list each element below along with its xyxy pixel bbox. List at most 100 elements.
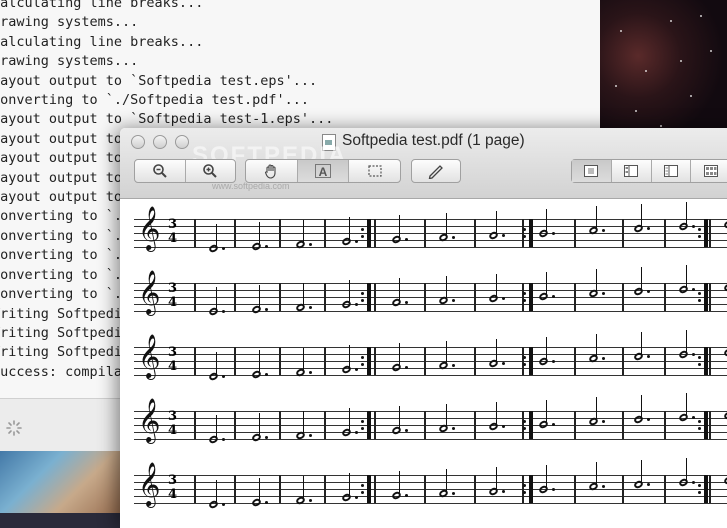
repeat-bar — [529, 475, 533, 503]
log-line: Calculating line breaks... — [0, 33, 204, 50]
note-stem — [596, 462, 598, 487]
bar-line — [664, 219, 666, 247]
rect-select-button[interactable] — [349, 160, 400, 182]
note-stem — [496, 273, 498, 298]
note-stem — [399, 215, 401, 240]
repeat-bar — [704, 283, 708, 311]
view-toc-button[interactable] — [652, 160, 691, 182]
music-staff: 𝄞 3 4 — [134, 265, 727, 317]
note-stem — [496, 210, 498, 235]
zoom-button[interactable] — [175, 135, 189, 149]
bar-line — [234, 411, 236, 439]
bar-line — [664, 411, 666, 439]
repeat-dot — [361, 292, 364, 295]
close-button[interactable] — [131, 135, 145, 149]
star — [690, 95, 692, 97]
augmentation-dot — [692, 288, 695, 291]
note-stem — [259, 349, 261, 374]
repeat-dot — [698, 299, 701, 302]
time-signature-top: 3 — [168, 217, 178, 232]
note-head — [340, 427, 353, 438]
repeat-dot — [523, 363, 526, 366]
augmentation-dot — [355, 431, 358, 435]
text-tool-button[interactable]: A — [297, 160, 349, 182]
repeat-bar — [704, 219, 708, 247]
augmentation-dot — [647, 355, 650, 359]
augmentation-dot — [355, 303, 358, 307]
note-stem — [641, 395, 643, 420]
bar-line — [622, 219, 624, 247]
treble-clef-icon: 𝄞 — [138, 462, 161, 506]
move-tool-button[interactable] — [246, 160, 297, 182]
note-head — [390, 490, 403, 501]
augmentation-dot — [222, 375, 225, 378]
augmentation-dot — [502, 233, 505, 237]
pdf-page[interactable]: 𝄞 3 4 𝄞 3 4 𝄞 3 4 𝄞 3 4 𝄞 3 4 — [120, 199, 727, 528]
view-thumbnails-button[interactable] — [612, 160, 651, 182]
note-stem — [446, 469, 448, 493]
zoom-in-button[interactable] — [186, 160, 236, 182]
bar-line — [279, 283, 281, 311]
repeat-dot — [361, 235, 364, 238]
augmentation-dot — [222, 310, 225, 313]
note-stem — [216, 224, 218, 248]
time-signature-bottom: 4 — [168, 423, 178, 438]
minimize-button[interactable] — [153, 135, 167, 149]
time-signature-top: 3 — [168, 473, 178, 488]
bar-line — [522, 219, 524, 247]
bar-line — [522, 347, 524, 375]
augmentation-dot — [692, 225, 695, 228]
augmentation-dot — [502, 361, 505, 365]
staff-line — [134, 240, 727, 241]
bar-line — [622, 283, 624, 311]
bar-line — [664, 283, 666, 311]
zoom-control — [134, 159, 236, 183]
bar-line — [194, 283, 196, 311]
note-stem — [546, 464, 548, 489]
view-contact-sheet-button[interactable] — [691, 160, 727, 182]
note-head — [207, 306, 220, 317]
time-signature: 34 — [168, 410, 177, 438]
note-stem — [496, 466, 498, 491]
note-head — [537, 291, 550, 302]
note-stem — [686, 330, 688, 354]
note-head — [250, 369, 263, 380]
augmentation-dot — [602, 229, 605, 233]
note-head — [537, 228, 550, 239]
note-head — [677, 349, 690, 360]
log-line: Calculating line breaks... — [0, 0, 204, 11]
star — [615, 85, 617, 87]
repeat-dot — [361, 356, 364, 359]
repeat-dot — [523, 484, 526, 487]
note-stem — [686, 458, 688, 482]
note-head — [250, 241, 263, 252]
repeat-dot — [523, 420, 526, 423]
augmentation-dot — [452, 299, 455, 302]
view-content-only-button[interactable] — [572, 160, 611, 182]
note-stem — [259, 284, 261, 309]
annotate-button[interactable] — [411, 159, 461, 183]
augmentation-dot — [692, 353, 695, 356]
augmentation-dot — [602, 292, 605, 296]
bar-line — [194, 411, 196, 439]
repeat-bar — [529, 283, 533, 311]
note-stem — [399, 278, 401, 303]
note-stem — [496, 338, 498, 363]
note-stem — [303, 219, 305, 244]
note-stem — [686, 202, 688, 226]
note-stem — [686, 265, 688, 289]
note-stem — [303, 475, 305, 500]
time-signature-bottom: 4 — [168, 487, 178, 502]
bar-line — [424, 219, 426, 247]
repeat-dot — [523, 427, 526, 430]
note-head — [390, 234, 403, 245]
augmentation-dot — [647, 227, 650, 231]
bar-line — [234, 347, 236, 375]
zoom-out-button[interactable] — [135, 160, 185, 182]
repeat-bar — [529, 347, 533, 375]
bar-line — [279, 475, 281, 503]
bar-line — [424, 475, 426, 503]
note-head — [487, 293, 500, 304]
bar-line — [194, 347, 196, 375]
time-signature: 34 — [168, 218, 177, 246]
